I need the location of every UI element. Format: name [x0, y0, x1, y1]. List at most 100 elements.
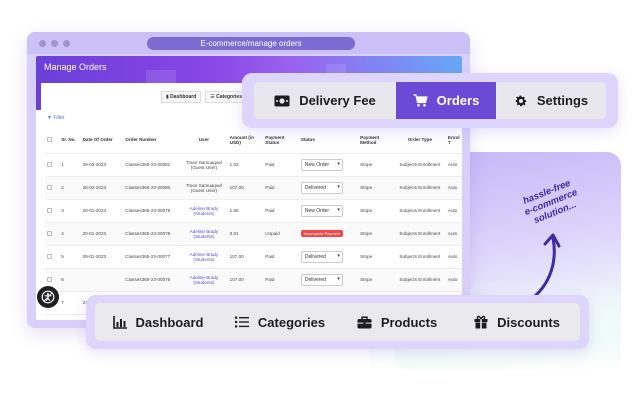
column-header[interactable]: Payment Method: [358, 127, 394, 154]
cell-user: Trace Samuaquel (Guest User): [185, 182, 222, 193]
cell-payment-status: Paid: [265, 208, 275, 213]
cell-order-number: Classes365-23-00077: [125, 254, 171, 259]
cell-user[interactable]: Adeline Brady (Students): [190, 275, 219, 285]
cell-payment-method: Stripe: [360, 208, 373, 213]
table-row[interactable]: 3 20-01-2023 Classes365-23-00079 Adeline Br…: [45, 199, 462, 223]
cell-payment-method: Stripe: [360, 162, 373, 167]
window-titlebar: E-commerce/manage orders: [27, 32, 470, 54]
tab-categories[interactable]: Categories: [221, 303, 339, 341]
tab-label: Products: [380, 314, 438, 330]
window-control-dot[interactable]: [51, 40, 58, 47]
column-header[interactable]: Order Number: [123, 127, 181, 154]
cell-payment-status: Paid: [265, 185, 275, 190]
cell-order-number: Classes365-23-00081: [125, 162, 171, 167]
table-row[interactable]: 4 20-01-2023 Classes365-23-00078 Adeline Br…: [45, 222, 462, 246]
window-control-dot[interactable]: [39, 40, 46, 47]
tab-discounts[interactable]: Discounts: [455, 303, 579, 341]
tab-label: Categories: [257, 314, 326, 330]
cell-amount: 0.01: [229, 231, 239, 236]
tab-products[interactable]: Products: [339, 303, 455, 341]
window-control-dot[interactable]: [63, 40, 70, 47]
row-checkbox[interactable]: [47, 207, 52, 213]
row-checkbox[interactable]: [47, 230, 52, 236]
cell-enrol-type: Auto: [447, 185, 458, 190]
stage: E-commerce/manage orders Manage Orders ▮…: [0, 0, 636, 400]
tab-orders[interactable]: Orders: [396, 82, 496, 119]
list-icon: [234, 316, 249, 328]
table-row[interactable]: 2 28-03-2023 Classes365-23-00080 Trace Samu…: [45, 176, 462, 200]
status-select[interactable]: New Order: [300, 204, 343, 217]
cell-user: Trace Samuaquel (Guest User): [185, 159, 222, 170]
cell-sr-no: 4: [61, 231, 64, 236]
cell-amount: 107.00: [229, 254, 244, 259]
column-header[interactable]: Date Of Order: [80, 127, 124, 154]
bottom-tab-strip: Dashboard Categories Products Discounts: [95, 303, 580, 341]
mini-tab-dashboard[interactable]: ▮ Dashboard: [161, 91, 202, 103]
cell-order-number: Classes365-23-00076: [125, 277, 171, 282]
table-row[interactable]: 1 29-03-2023 Classes365-23-00081 Trace Samu…: [45, 153, 462, 177]
mini-tab-label: Categories: [216, 94, 242, 100]
tab-label: Discounts: [497, 314, 560, 330]
column-header[interactable]: Enrol T: [445, 127, 462, 154]
tab-delivery-fee[interactable]: Delivery Fee: [254, 82, 396, 119]
cell-user[interactable]: Adeline Brady (Students): [190, 252, 219, 262]
column-header[interactable]: Sr. No.: [59, 127, 81, 154]
cell-amount: 107.00: [229, 185, 244, 190]
cell-enrol-type: Auto: [447, 208, 458, 213]
status-select[interactable]: New Order: [300, 158, 343, 171]
column-header[interactable]: Status: [298, 127, 359, 154]
cell-order-number: Classes365-23-00079: [125, 208, 171, 213]
cell-order-type: Subjects Enrollment: [399, 162, 441, 167]
orders-table-body: 1 29-03-2023 Classes365-23-00081 Trace Samu…: [45, 153, 462, 315]
address-bar[interactable]: E-commerce/manage orders: [147, 37, 355, 50]
tab-settings[interactable]: Settings: [496, 82, 606, 119]
status-select[interactable]: Delivered: [300, 181, 343, 194]
cell-payment-method: Stripe: [360, 231, 373, 236]
cell-payment-status: Paid: [265, 277, 275, 282]
mini-tab-strip: ▮ Dashboard ☰ Categories: [161, 91, 247, 103]
accessibility-button[interactable]: [37, 286, 59, 308]
filter-icon: ▼: [47, 115, 52, 121]
cell-date: 09-01-2023: [82, 254, 107, 259]
cell-order-number: Classes365-23-00080: [125, 185, 171, 190]
row-checkbox[interactable]: [47, 161, 52, 167]
table-row[interactable]: 6 Classes365-23-00076 Adeline Brady (Stude…: [45, 268, 462, 292]
cell-payment-method: Stripe: [360, 277, 373, 282]
cell-user[interactable]: Adeline Brady (Students): [190, 229, 219, 239]
top-tab-strip: Delivery Fee Orders Settings: [254, 82, 606, 119]
status-badge: Incomplete Payment: [300, 230, 344, 237]
cell-order-type: Subjects Enrollment: [399, 231, 441, 236]
cell-user[interactable]: Adeline Brady (Students): [190, 206, 219, 216]
column-header[interactable]: Order Type: [393, 127, 446, 154]
status-select[interactable]: Delivered: [300, 273, 343, 286]
mini-tab-categories[interactable]: ☰ Categories: [205, 91, 247, 103]
row-checkbox[interactable]: [47, 184, 52, 190]
cell-payment-status: Paid: [265, 254, 275, 259]
column-header[interactable]: Amount (in USD): [227, 127, 264, 154]
bottom-tab-bar: Dashboard Categories Products Discounts: [86, 295, 589, 349]
cell-date: 29-03-2023: [82, 162, 107, 167]
row-checkbox[interactable]: [47, 276, 52, 282]
bar-chart-icon: [112, 315, 127, 329]
filter-link[interactable]: ▼ Filter: [47, 115, 64, 121]
table-row[interactable]: 5 09-01-2023 Classes365-23-00077 Adeline Br…: [45, 245, 462, 269]
row-checkbox[interactable]: [47, 253, 52, 259]
cell-enrol-type: Auto: [447, 277, 458, 282]
column-header[interactable]: Payment Status: [263, 127, 299, 154]
filter-label: Filter: [53, 115, 65, 121]
column-header[interactable]: User: [180, 127, 228, 154]
cell-sr-no: 3: [61, 208, 64, 213]
cell-payment-status: Unpaid: [265, 231, 280, 236]
cell-enrol-type: Auto: [447, 254, 458, 259]
status-select[interactable]: Delivered: [300, 250, 343, 263]
top-tab-bar: Delivery Fee Orders Settings: [242, 73, 618, 128]
select-all-checkbox[interactable]: [47, 136, 52, 142]
cell-date: 20-01-2023: [82, 208, 107, 213]
cell-sr-no: 7: [61, 300, 64, 305]
cell-amount: 107.00: [229, 277, 244, 282]
cell-order-type: Subjects Enrollment: [399, 208, 441, 213]
mini-tab-label: Dashboard: [170, 94, 197, 100]
tab-dashboard[interactable]: Dashboard: [95, 303, 221, 341]
cell-date: 20-01-2023: [82, 231, 107, 236]
briefcase-icon: [357, 315, 372, 328]
